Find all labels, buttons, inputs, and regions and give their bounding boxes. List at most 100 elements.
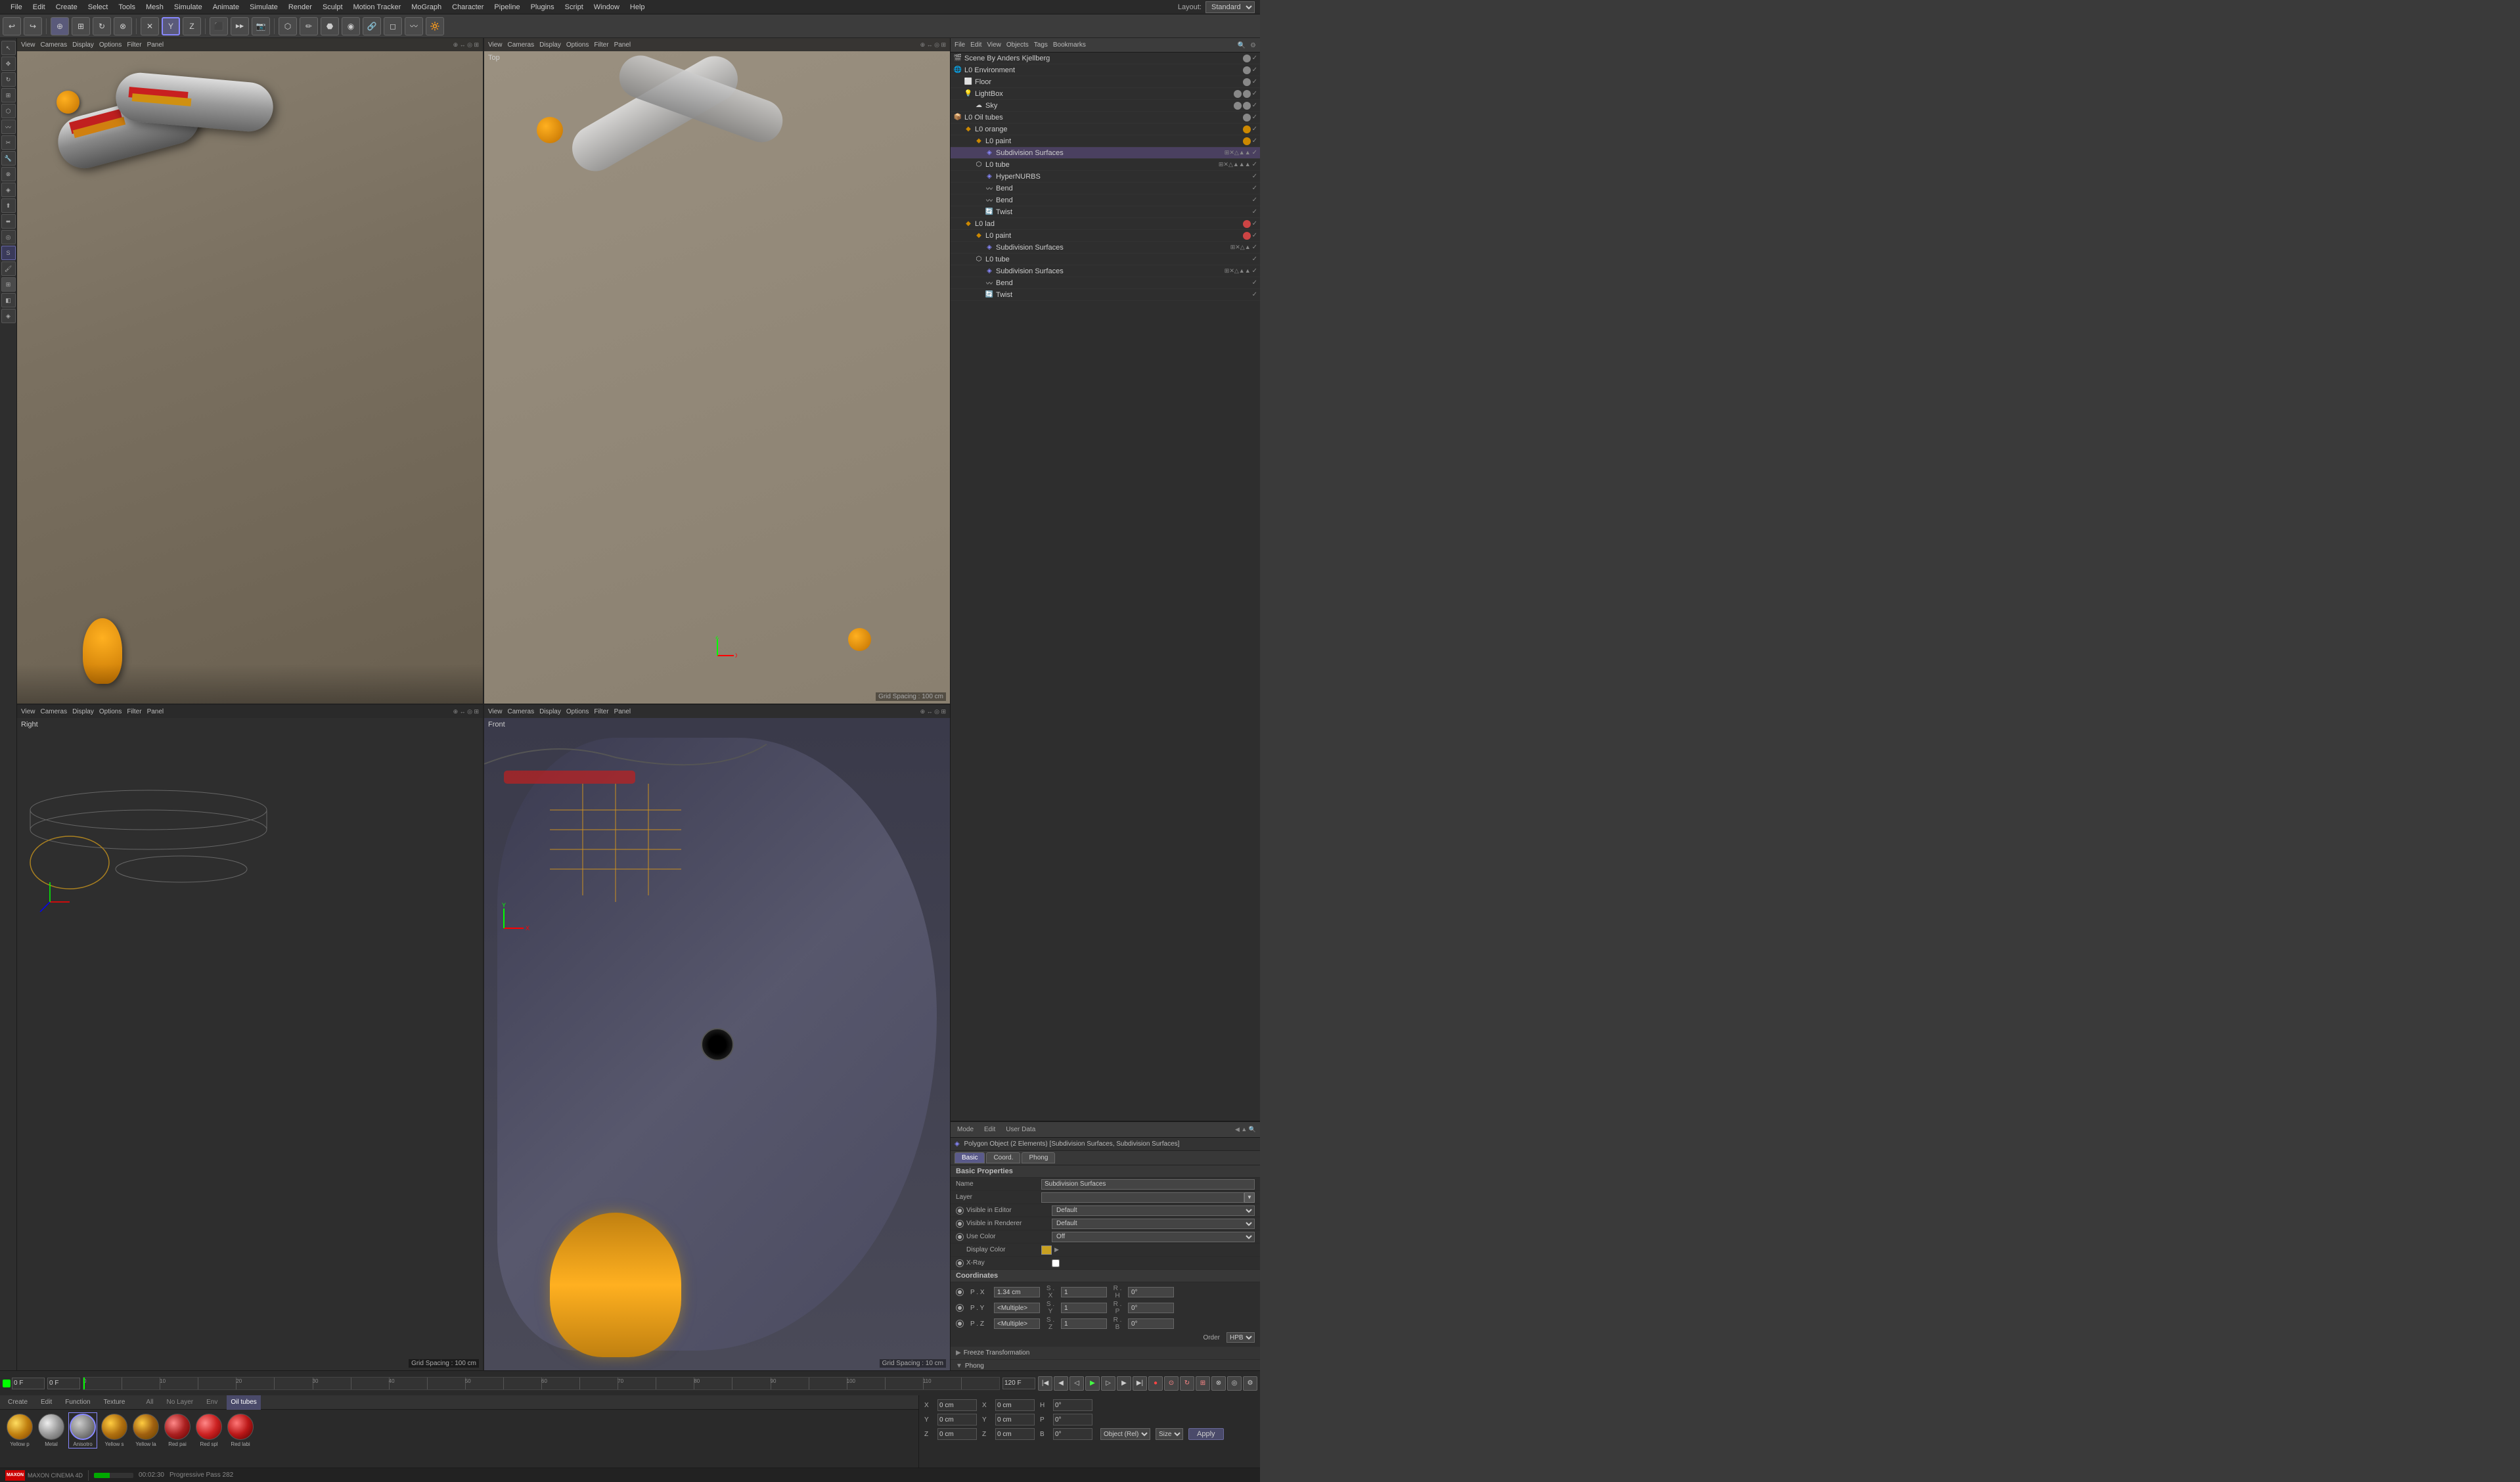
menu-animate[interactable]: Animate [208, 0, 244, 14]
menu-motion-tracker[interactable]: Motion Tracker [348, 0, 407, 14]
mat-metal[interactable]: Metal [37, 1414, 66, 1447]
mat-tab-function[interactable]: Function [61, 1395, 94, 1410]
menu-select[interactable]: Select [83, 0, 114, 14]
vp1-menu-options[interactable]: Options [99, 41, 122, 49]
menu-plugins[interactable]: Plugins [526, 0, 560, 14]
tree-item-floor[interactable]: ⬜ Floor ✓ [951, 76, 1260, 88]
timeline-playhead[interactable] [83, 1378, 85, 1389]
pz-input[interactable] [994, 1318, 1040, 1329]
viewport-3d[interactable]: View Cameras Display Options Filter Pane… [17, 38, 483, 704]
coord-size-select[interactable]: Size [1156, 1428, 1183, 1440]
viewport-right[interactable]: View Cameras Display Options Filter Pane… [17, 705, 483, 1370]
menu-script[interactable]: Script [560, 0, 589, 14]
light-button[interactable]: 🔆 [426, 17, 444, 35]
menu-simulate2[interactable]: Simulate [244, 0, 283, 14]
vp3-menu-cameras[interactable]: Cameras [41, 708, 68, 715]
ce-y2-input[interactable] [995, 1414, 1035, 1426]
viewport-top[interactable]: View Cameras Display Options Filter Pane… [484, 38, 950, 704]
rh-input[interactable] [1128, 1287, 1174, 1297]
tool-loop[interactable]: ⊗ [1, 167, 16, 181]
tool-s[interactable]: S [1, 246, 16, 260]
tl-prev-frame[interactable]: ◀ [1054, 1376, 1068, 1391]
tree-item-env[interactable]: 🌐 L0 Environment ✓ [951, 64, 1260, 76]
om-menu-edit[interactable]: Edit [970, 41, 981, 49]
ce-h-input[interactable] [1053, 1399, 1092, 1411]
tool-poly[interactable]: ⬡ [1, 104, 16, 118]
tool-scale[interactable]: ⊞ [1, 88, 16, 102]
tree-item-subsurf1[interactable]: ◈ Subdivision Surfaces ⊞✕△▲▲ ✓ [951, 147, 1260, 159]
tree-item-sky[interactable]: ☁ Sky ✓ [951, 100, 1260, 112]
mat-tab-texture[interactable]: Texture [100, 1395, 129, 1410]
om-settings-icon[interactable]: ⚙ [1250, 42, 1256, 49]
tree-item-oiltubes[interactable]: 📦 L0 Oil tubes ✓ [951, 112, 1260, 124]
mat-filter-oiltubes[interactable]: Oil tubes [227, 1395, 260, 1410]
tree-item-lightbox[interactable]: 💡 LightBox ✓ [951, 88, 1260, 100]
rotate-tool-button[interactable]: ↻ [93, 17, 111, 35]
tl-record[interactable]: ● [1148, 1376, 1163, 1391]
om-menu-bookmarks[interactable]: Bookmarks [1053, 41, 1086, 49]
tl-settings[interactable]: ⚙ [1243, 1376, 1257, 1391]
tool-bridge[interactable]: ⬌ [1, 214, 16, 229]
menu-window[interactable]: Window [589, 0, 625, 14]
xray-checkbox[interactable] [1052, 1259, 1060, 1267]
tree-item-lad[interactable]: ◆ L0 lad ✓ [951, 218, 1260, 230]
mat-filter-nolayer[interactable]: No Layer [163, 1395, 198, 1410]
tl-prev-key[interactable]: ◁ [1069, 1376, 1084, 1391]
menu-file[interactable]: File [5, 0, 28, 14]
ce-x2-input[interactable] [995, 1399, 1035, 1411]
display-color-swatch[interactable] [1041, 1246, 1052, 1255]
layer-pick-button[interactable]: ▼ [1244, 1192, 1255, 1203]
display-color-arrow[interactable]: ▶ [1054, 1246, 1059, 1253]
vp2-menu-options[interactable]: Options [566, 41, 589, 49]
tool-weld[interactable]: ◎ [1, 230, 16, 244]
ce-z-input[interactable] [937, 1428, 977, 1440]
menu-mograph[interactable]: MoGraph [406, 0, 447, 14]
ptab-coord[interactable]: Coord. [986, 1152, 1020, 1163]
tree-item-twist1[interactable]: 🔄 Twist ✓ [951, 206, 1260, 218]
vp4-menu-panel[interactable]: Panel [614, 708, 631, 715]
ptab-phong[interactable]: Phong [1022, 1152, 1055, 1163]
viewport-front[interactable]: View Cameras Display Options Filter Pane… [484, 705, 950, 1370]
vp2-menu-display[interactable]: Display [539, 41, 561, 49]
tl-goto-start[interactable]: |◀ [1038, 1376, 1052, 1391]
name-input[interactable] [1041, 1179, 1255, 1190]
circle-button[interactable]: ◉ [342, 17, 360, 35]
tool-rotate[interactable]: ↻ [1, 72, 16, 87]
visible-renderer-radio[interactable] [956, 1220, 964, 1228]
transform-button[interactable]: ⊗ [114, 17, 132, 35]
tool-extra2[interactable]: ◈ [1, 309, 16, 323]
ce-x-input[interactable] [937, 1399, 977, 1411]
tl-next-frame[interactable]: ▶ [1117, 1376, 1131, 1391]
use-color-radio[interactable] [956, 1233, 964, 1241]
tl-start-input[interactable] [12, 1378, 45, 1389]
vp4-menu-display[interactable]: Display [539, 708, 561, 715]
menu-render[interactable]: Render [283, 0, 317, 14]
order-select[interactable]: HPB [1226, 1332, 1255, 1343]
tl-record-rot[interactable]: ↻ [1180, 1376, 1194, 1391]
tool-bevel[interactable]: ◈ [1, 183, 16, 197]
vp2-menu-panel[interactable]: Panel [614, 41, 631, 49]
freeze-transform-row[interactable]: ▶ Freeze Transformation [951, 1347, 1260, 1360]
ce-b-input[interactable] [1053, 1428, 1092, 1440]
tree-item-scene[interactable]: 🎬 Scene By Anders Kjellberg ✓ [951, 53, 1260, 64]
camera-button[interactable]: 📷 [252, 17, 270, 35]
use-color-select[interactable]: Off On Layer [1052, 1232, 1255, 1242]
vp3-menu-view[interactable]: View [21, 708, 35, 715]
rb-input[interactable] [1128, 1318, 1174, 1329]
paint-button[interactable]: ✏ [300, 17, 318, 35]
mat-red-labi[interactable]: Red labi [226, 1414, 255, 1447]
py-input[interactable] [994, 1303, 1040, 1313]
ce-p-input[interactable] [1053, 1414, 1092, 1426]
tree-item-hypernurbs[interactable]: ◈ HyperNURBS ✓ [951, 171, 1260, 183]
ptab-basic[interactable]: Basic [955, 1152, 985, 1163]
om-menu-view[interactable]: View [987, 41, 1001, 49]
tl-end-input[interactable] [1002, 1378, 1035, 1389]
wave-button[interactable]: 〰 [405, 17, 423, 35]
sx-input[interactable] [1061, 1287, 1107, 1297]
redo-button[interactable]: ↪ [24, 17, 42, 35]
mat-yellow-s[interactable]: Yellow s [100, 1414, 129, 1447]
y-button[interactable]: Y [162, 17, 180, 35]
delete-button[interactable]: ✕ [141, 17, 159, 35]
visible-editor-select[interactable]: Default On Off [1052, 1205, 1255, 1216]
tree-item-orange[interactable]: ◆ L0 orange ✓ [951, 124, 1260, 135]
